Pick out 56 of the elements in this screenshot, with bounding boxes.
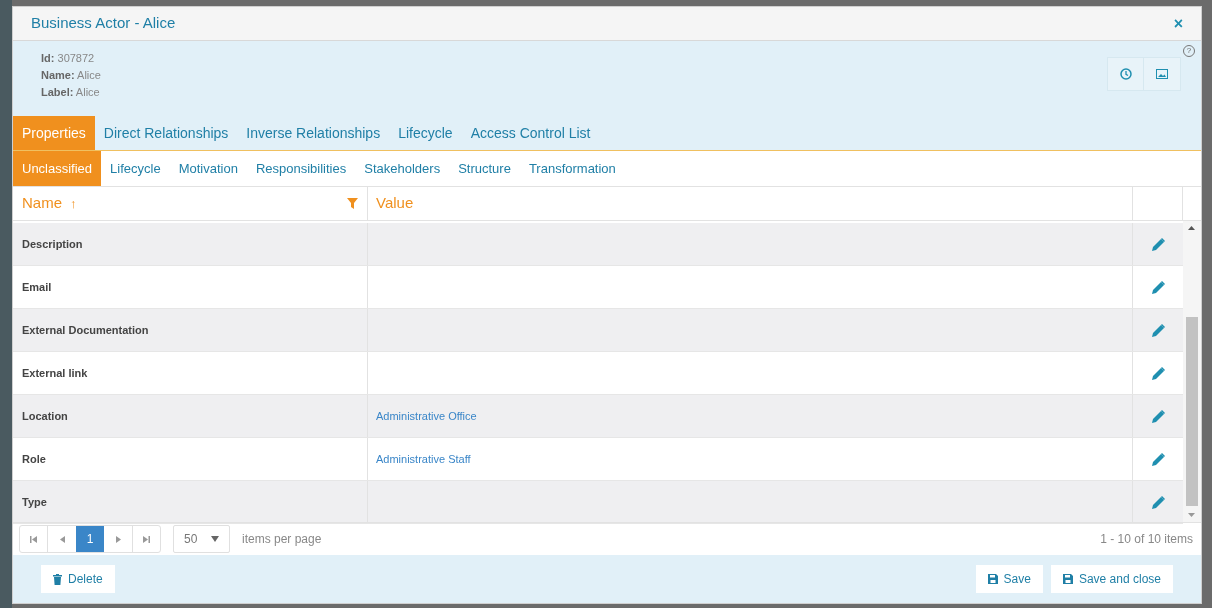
page-size-select[interactable]: 50 [173, 525, 230, 553]
edit-icon[interactable] [1151, 495, 1165, 509]
property-name: Type [22, 494, 47, 510]
window-title: Business Actor - Alice [31, 13, 176, 34]
property-name: External Documentation [22, 322, 149, 338]
save-and-close-button[interactable]: Save and close [1050, 565, 1173, 593]
tab[interactable]: Access Control List [461, 116, 600, 150]
image-icon [1156, 69, 1168, 79]
trash-icon [53, 573, 62, 585]
tab[interactable]: Inverse Relationships [237, 116, 390, 150]
property-name: Description [22, 236, 83, 252]
sort-indicator: ↑ [70, 194, 77, 213]
edit-icon[interactable] [1151, 280, 1165, 294]
property-value: Administrative Staff [376, 451, 471, 467]
scroll-down-icon[interactable] [1188, 513, 1195, 517]
dropdown-icon [211, 536, 219, 542]
edit-icon[interactable] [1151, 366, 1165, 380]
tab[interactable]: Lifecycle [389, 116, 462, 150]
save-button[interactable]: Save [975, 565, 1043, 593]
right-arrow-icon [115, 535, 121, 543]
items-per-page-label: items per page [242, 531, 322, 548]
property-name: Email [22, 279, 52, 295]
info-line: Name: Alice [41, 68, 101, 83]
property-name: Location [22, 408, 68, 424]
page-button[interactable]: 1 [76, 526, 104, 552]
property-value: Administrative Office [376, 408, 477, 424]
column-header[interactable]: Value [368, 187, 1133, 220]
property-name: External link [22, 365, 88, 381]
subtab[interactable]: Structure [449, 151, 520, 186]
edit-icon[interactable] [1151, 237, 1165, 251]
column-label: Name [22, 193, 62, 214]
delete-button[interactable]: Delete [41, 565, 115, 593]
subtab[interactable]: Stakeholders [355, 151, 450, 186]
filter-icon[interactable] [347, 198, 358, 209]
info-line: Id: 307872 [41, 51, 96, 66]
subtab[interactable]: Responsibilities [246, 151, 356, 186]
subtab[interactable]: Unclassified [13, 151, 102, 186]
first-page-icon [30, 535, 37, 543]
tab[interactable]: Properties [13, 116, 95, 150]
edit-icon[interactable] [1151, 323, 1165, 337]
close-button[interactable]: × [1173, 15, 1183, 32]
subtab[interactable]: Transformation [519, 151, 625, 186]
last-page-icon [143, 535, 150, 543]
scroll-up-icon[interactable] [1188, 226, 1195, 230]
subtab[interactable]: Lifecycle [101, 151, 170, 186]
clock-icon [1119, 68, 1132, 80]
column-header[interactable]: Name ↑ [13, 187, 368, 220]
edit-icon[interactable] [1151, 409, 1165, 423]
property-name: Role [22, 451, 46, 467]
scrollbar[interactable] [1183, 221, 1201, 522]
left-arrow-icon [59, 535, 65, 543]
info-line: Label: Alice [41, 85, 101, 100]
edit-icon[interactable] [1151, 452, 1165, 466]
subtab[interactable]: Motivation [169, 151, 247, 186]
items-summary: 1 - 10 of 10 items [1100, 531, 1193, 548]
tab[interactable]: Direct Relationships [94, 116, 238, 150]
